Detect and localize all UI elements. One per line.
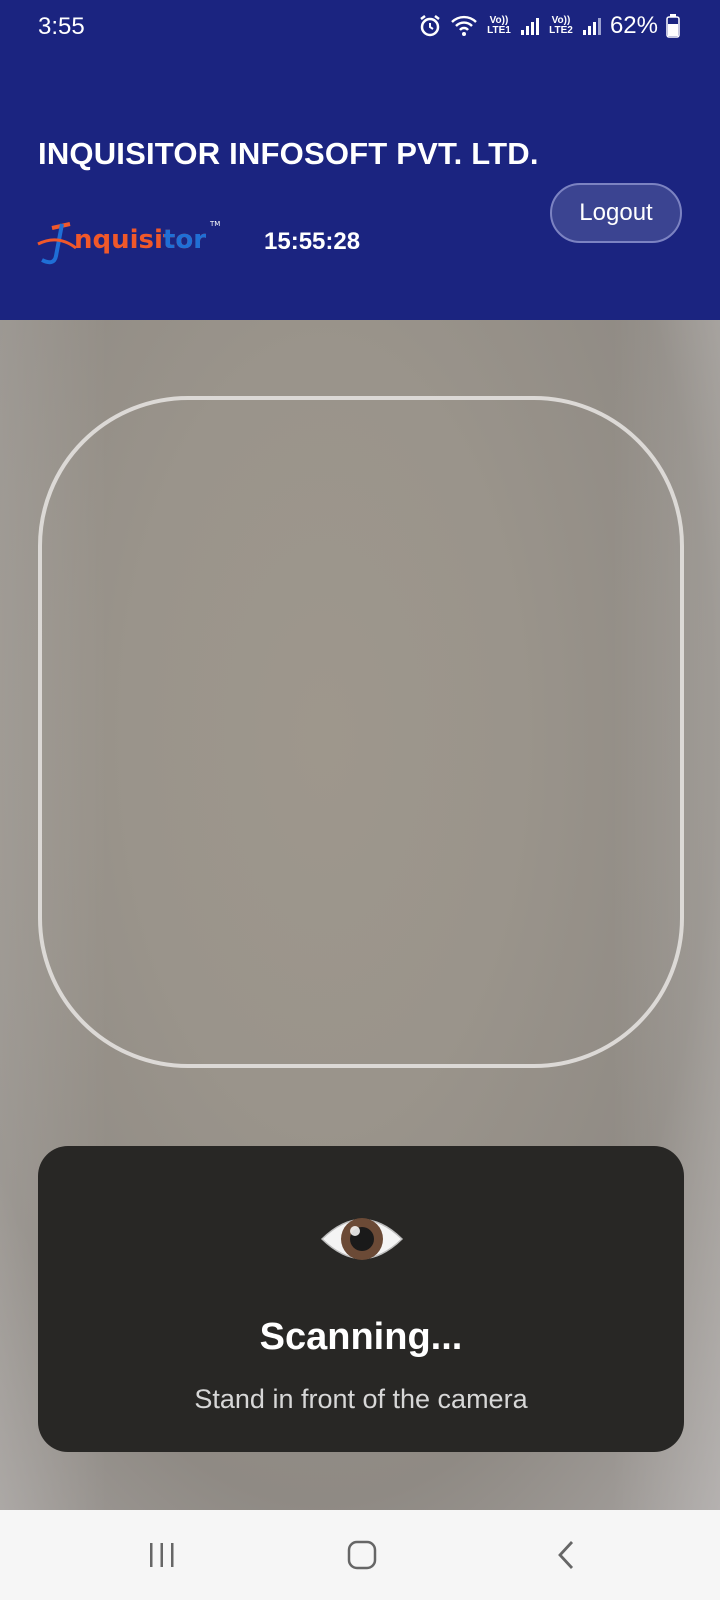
- face-scan-frame: [38, 396, 684, 1068]
- scan-instruction: Stand in front of the camera: [194, 1384, 528, 1414]
- sim1-label: Vo)) LTE1: [487, 15, 511, 36]
- app-header: INQUISITOR INFOSOFT PVT. LTD. nquisitor …: [0, 56, 720, 320]
- back-icon[interactable]: [536, 1530, 596, 1580]
- status-time: 3:55: [38, 13, 85, 40]
- signal-icon: [520, 16, 540, 36]
- inquisitor-logo: nquisitor nquisitor TM: [36, 214, 226, 270]
- scan-title: Scanning...: [259, 1316, 463, 1358]
- battery-percent: 62%: [609, 12, 658, 39]
- eye-icon: [318, 1204, 406, 1274]
- signal-icon-2: [582, 16, 602, 36]
- system-nav-bar: [0, 1510, 720, 1600]
- recent-apps-icon[interactable]: [132, 1530, 192, 1580]
- logout-button[interactable]: Logout: [550, 183, 682, 243]
- status-icons: Vo)) LTE1 Vo)) LTE2 62%: [418, 12, 680, 40]
- sim2-label: Vo)) LTE2: [549, 15, 573, 36]
- wifi-icon: [450, 15, 478, 37]
- battery-icon: [666, 14, 680, 38]
- clock-time: 15:55:28: [264, 228, 361, 255]
- status-bar: 3:55 Vo)) LTE1 Vo)) LTE2 62%: [0, 0, 720, 56]
- home-icon[interactable]: [332, 1530, 392, 1580]
- svg-text:TM: TM: [209, 220, 220, 228]
- alarm-icon: [418, 14, 442, 38]
- company-name: INQUISITOR INFOSOFT PVT. LTD.: [38, 136, 539, 171]
- camera-preview: Scanning... Stand in front of the camera: [0, 320, 720, 1510]
- scan-status-card: Scanning... Stand in front of the camera: [38, 1146, 684, 1452]
